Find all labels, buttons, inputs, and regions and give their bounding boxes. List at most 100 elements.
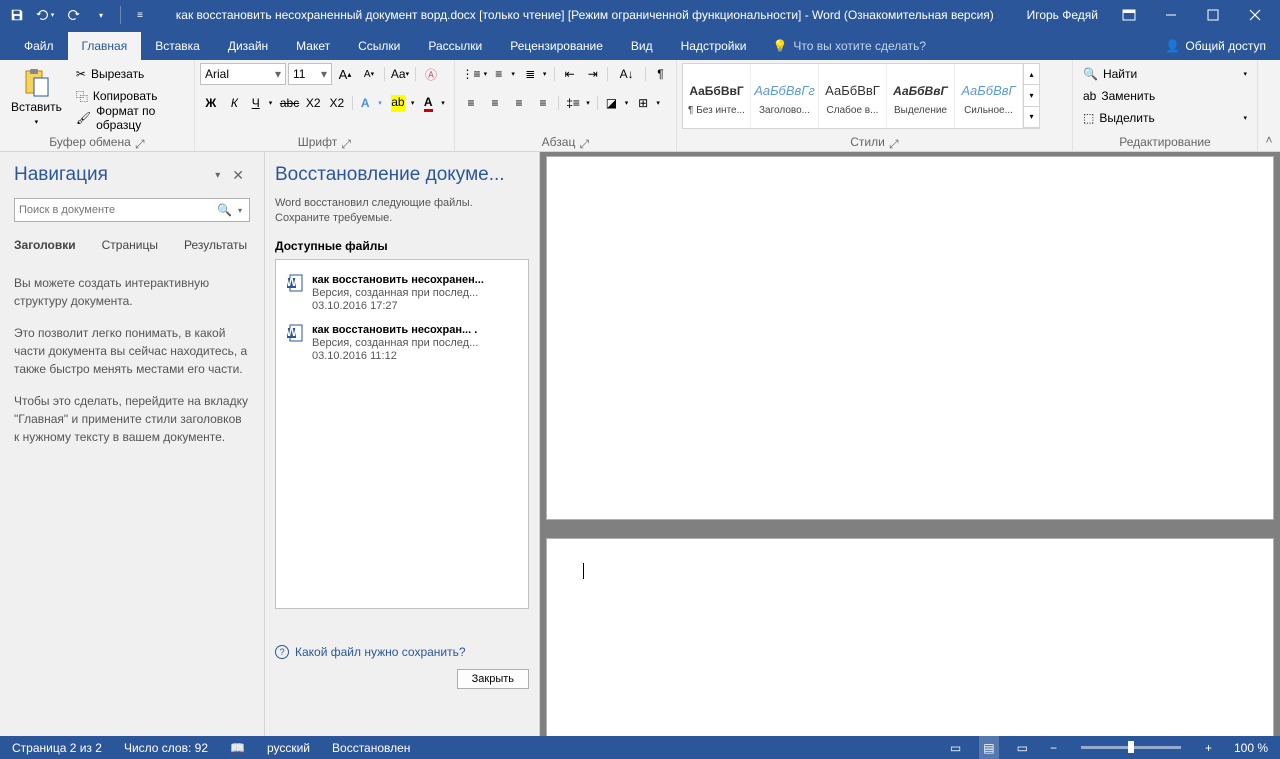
show-marks-icon[interactable]: ¶ bbox=[650, 63, 671, 85]
tab-view[interactable]: Вид bbox=[617, 32, 667, 60]
view-read-icon[interactable]: ▭ bbox=[946, 736, 965, 759]
tab-design[interactable]: Дизайн bbox=[214, 32, 282, 60]
paste-button[interactable]: Вставить ▾ bbox=[5, 63, 68, 131]
navigation-search[interactable]: 🔍 ▾ bbox=[14, 198, 250, 222]
recovery-file-item[interactable]: W как восстановить несохран... . Версия,… bbox=[282, 318, 522, 368]
tab-references[interactable]: Ссылки bbox=[344, 32, 414, 60]
search-icon[interactable]: 🔍 bbox=[214, 203, 235, 217]
tab-mailings[interactable]: Рассылки bbox=[414, 32, 496, 60]
font-launcher-icon[interactable]: ⤢ bbox=[341, 137, 351, 147]
document-page-1[interactable] bbox=[546, 156, 1274, 520]
align-right-icon[interactable]: ≡ bbox=[508, 92, 530, 114]
strikethrough-icon[interactable]: abc bbox=[279, 92, 301, 114]
cut-button[interactable]: ✂Вырезать bbox=[71, 63, 189, 85]
recovery-close-button[interactable]: Закрыть bbox=[457, 669, 529, 689]
view-print-icon[interactable]: ▤ bbox=[979, 736, 998, 759]
zoom-out-icon[interactable]: − bbox=[1046, 736, 1061, 759]
clear-formatting-icon[interactable]: Ⓐ bbox=[420, 63, 442, 85]
style-heading[interactable]: АаБбВвГгЗаголово... bbox=[751, 64, 819, 128]
styles-scroll-up-icon[interactable]: ▴ bbox=[1024, 64, 1039, 85]
shading-icon[interactable]: ◪▾ bbox=[602, 92, 632, 114]
align-left-icon[interactable]: ≡ bbox=[460, 92, 482, 114]
line-spacing-icon[interactable]: ‡≡▾ bbox=[563, 92, 593, 114]
status-page[interactable]: Страница 2 из 2 bbox=[8, 736, 106, 759]
borders-icon[interactable]: ⊞▾ bbox=[634, 92, 664, 114]
style-emphasis[interactable]: АаБбВвГВыделение bbox=[887, 64, 955, 128]
qat-more-icon[interactable]: ≡ bbox=[127, 2, 153, 28]
zoom-level[interactable]: 100 % bbox=[1230, 736, 1272, 759]
select-button[interactable]: ⬚Выделить▾ bbox=[1078, 107, 1252, 129]
close-icon[interactable] bbox=[1234, 0, 1276, 30]
decrease-indent-icon[interactable]: ⇤ bbox=[559, 63, 580, 85]
nav-tab-results[interactable]: Результаты bbox=[184, 234, 257, 256]
navigation-close-icon[interactable]: ✕ bbox=[226, 165, 250, 186]
sort-icon[interactable]: A↓ bbox=[612, 63, 641, 85]
font-name-combo[interactable]: Arial▾ bbox=[200, 63, 286, 85]
document-area[interactable] bbox=[540, 152, 1280, 736]
align-center-icon[interactable]: ≡ bbox=[484, 92, 506, 114]
paragraph-launcher-icon[interactable]: ⤢ bbox=[579, 137, 589, 147]
share-button[interactable]: 👤Общий доступ bbox=[1151, 32, 1280, 60]
format-painter-button[interactable]: 🖌Формат по образцу bbox=[71, 107, 189, 129]
status-spellcheck-icon[interactable]: 📖 bbox=[226, 736, 249, 759]
recovery-help-link[interactable]: ?Какой файл нужно сохранить? bbox=[275, 645, 529, 659]
recovery-file-item[interactable]: W как восстановить несохранен... Версия,… bbox=[282, 268, 522, 318]
find-button[interactable]: 🔍Найти▾ bbox=[1078, 63, 1252, 85]
navigation-title: Навигация bbox=[14, 164, 209, 186]
collapse-ribbon-icon[interactable]: ˄ bbox=[1265, 133, 1272, 147]
bold-icon[interactable]: Ж bbox=[200, 92, 222, 114]
navigation-menu-icon[interactable]: ▾ bbox=[209, 168, 226, 183]
subscript-icon[interactable]: X2 bbox=[302, 92, 324, 114]
status-words[interactable]: Число слов: 92 bbox=[120, 736, 212, 759]
tab-addins[interactable]: Надстройки bbox=[667, 32, 761, 60]
text-effects-icon[interactable]: A▾ bbox=[357, 92, 386, 114]
ribbon-display-icon[interactable] bbox=[1108, 0, 1150, 30]
tab-insert[interactable]: Вставка bbox=[141, 32, 214, 60]
highlight-icon[interactable]: ab▾ bbox=[388, 92, 417, 114]
change-case-icon[interactable]: Aa▾ bbox=[389, 63, 411, 85]
nav-tab-headings[interactable]: Заголовки bbox=[14, 234, 86, 256]
nav-tab-pages[interactable]: Страницы bbox=[102, 234, 168, 256]
superscript-icon[interactable]: X2 bbox=[326, 92, 348, 114]
grow-font-icon[interactable]: A▴ bbox=[334, 63, 356, 85]
style-subtle[interactable]: АаБбВвГСлабое в... bbox=[819, 64, 887, 128]
tab-layout[interactable]: Макет bbox=[282, 32, 344, 60]
styles-expand-icon[interactable]: ▾ bbox=[1024, 107, 1039, 128]
shrink-font-icon[interactable]: A▾ bbox=[358, 63, 380, 85]
underline-icon[interactable]: Ч▾ bbox=[247, 92, 276, 114]
paragraph-group-label: Абзац bbox=[542, 135, 576, 149]
justify-icon[interactable]: ≡ bbox=[532, 92, 554, 114]
styles-scroll-down-icon[interactable]: ▾ bbox=[1024, 85, 1039, 106]
italic-icon[interactable]: К bbox=[224, 92, 246, 114]
tab-file[interactable]: Файл bbox=[10, 32, 68, 60]
redo-icon[interactable] bbox=[60, 2, 86, 28]
multilevel-icon[interactable]: ≣▾ bbox=[521, 63, 550, 85]
style-normal[interactable]: АаБбВвГ¶ Без инте... bbox=[683, 64, 751, 128]
save-icon[interactable] bbox=[4, 2, 30, 28]
navigation-search-input[interactable] bbox=[19, 204, 214, 216]
view-web-icon[interactable]: ▭ bbox=[1013, 736, 1032, 759]
styles-gallery[interactable]: АаБбВвГ¶ Без инте... АаБбВвГгЗаголово...… bbox=[682, 63, 1040, 129]
increase-indent-icon[interactable]: ⇥ bbox=[582, 63, 603, 85]
minimize-icon[interactable] bbox=[1150, 0, 1192, 30]
tab-review[interactable]: Рецензирование bbox=[496, 32, 617, 60]
font-size-combo[interactable]: 11▾ bbox=[288, 63, 332, 85]
search-dropdown-icon[interactable]: ▾ bbox=[235, 206, 245, 215]
font-color-icon[interactable]: A▾ bbox=[420, 92, 449, 114]
styles-launcher-icon[interactable]: ⤢ bbox=[889, 137, 899, 147]
style-strong[interactable]: АаБбВвГСильное... bbox=[955, 64, 1023, 128]
zoom-slider[interactable] bbox=[1081, 746, 1181, 749]
status-recovered[interactable]: Восстановлен bbox=[328, 736, 414, 759]
zoom-in-icon[interactable]: + bbox=[1201, 736, 1216, 759]
document-page-2[interactable] bbox=[546, 538, 1274, 736]
bullets-icon[interactable]: ⋮≡▾ bbox=[460, 63, 489, 85]
tell-me-search[interactable]: 💡Что вы хотите сделать? bbox=[760, 32, 938, 60]
numbering-icon[interactable]: ≡▾ bbox=[491, 63, 520, 85]
clipboard-launcher-icon[interactable]: ⤢ bbox=[135, 137, 145, 147]
status-language[interactable]: русский bbox=[263, 736, 314, 759]
qat-customize-icon[interactable]: ▾ bbox=[88, 2, 114, 28]
undo-icon[interactable]: ▾ bbox=[32, 2, 58, 28]
maximize-icon[interactable] bbox=[1192, 0, 1234, 30]
replace-button[interactable]: abЗаменить bbox=[1078, 85, 1252, 107]
tab-home[interactable]: Главная bbox=[68, 32, 142, 60]
